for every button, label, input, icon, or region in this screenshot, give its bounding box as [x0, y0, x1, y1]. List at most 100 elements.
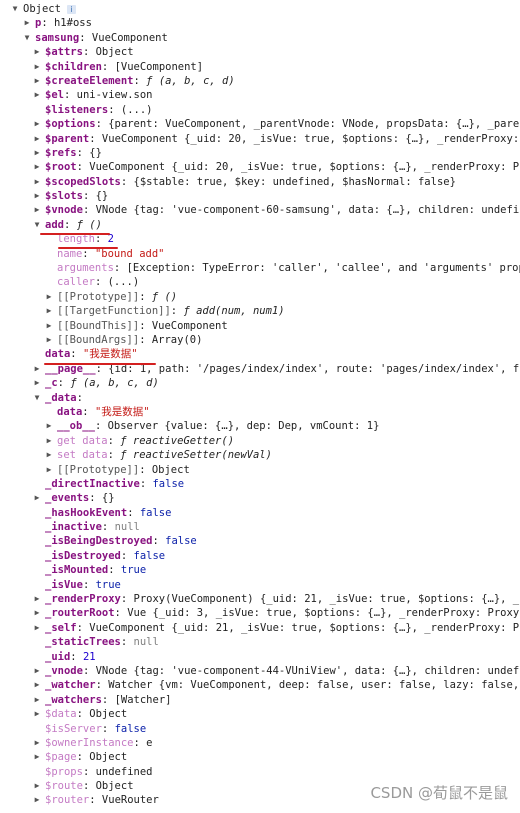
collapsed-triangle-icon[interactable]: ▶ — [32, 160, 42, 174]
collapsed-triangle-icon[interactable]: ▶ — [44, 319, 54, 333]
collapsed-triangle-icon[interactable]: ▶ — [32, 678, 42, 692]
tree-row[interactable]: ▶ _c: ƒ (a, b, c, d) — [0, 376, 520, 390]
tree-row[interactable]: ▼ samsung: VueComponent — [0, 31, 520, 45]
tree-row[interactable]: ▶ $vnode: VNode {tag: 'vue-component-60-s… — [0, 203, 520, 217]
tree-row[interactable]: ▶ [[BoundArgs]]: Array(0) — [0, 333, 520, 347]
collapsed-triangle-icon[interactable]: ▶ — [32, 117, 42, 131]
collapsed-triangle-icon[interactable]: ▶ — [32, 175, 42, 189]
collapsed-triangle-icon[interactable]: ▶ — [22, 16, 32, 30]
tree-row-content: get data: ƒ reactiveGetter() — [57, 434, 234, 448]
separator: : — [76, 161, 90, 174]
tree-row[interactable]: ▶ $el: uni-view.son — [0, 88, 520, 102]
tree-row-content: $createElement: ƒ (a, b, c, d) — [45, 74, 235, 88]
info-icon[interactable]: i — [66, 4, 76, 14]
collapsed-triangle-icon[interactable]: ▶ — [32, 793, 42, 807]
tree-row[interactable]: ▶ $data: Object — [0, 707, 520, 721]
tree-row-content: $root: VueComponent {_uid: 20, _isVue: t… — [45, 160, 520, 174]
separator: : — [82, 765, 96, 778]
tree-row[interactable]: ▶ $scopedSlots: {$stable: true, $key: und… — [0, 175, 520, 189]
collapsed-triangle-icon[interactable]: ▶ — [32, 203, 42, 217]
collapsed-triangle-icon[interactable]: ▶ — [32, 664, 42, 678]
collapsed-triangle-icon[interactable]: ▶ — [32, 189, 42, 203]
collapsed-triangle-icon[interactable]: ▶ — [32, 376, 42, 390]
expanded-triangle-icon[interactable]: ▼ — [10, 2, 20, 16]
collapsed-triangle-icon[interactable]: ▶ — [32, 362, 42, 376]
collapsed-triangle-icon[interactable]: ▶ — [32, 88, 42, 102]
tree-row[interactable]: ▶ $createElement: ƒ (a, b, c, d) — [0, 74, 520, 88]
property-value: VueComponent — [151, 319, 228, 332]
separator: : — [63, 89, 77, 102]
separator: : — [82, 190, 96, 203]
tree-row: data: "我是数据" — [0, 347, 520, 361]
tree-row[interactable]: ▶ $ownerInstance: e — [0, 736, 520, 750]
expanded-triangle-icon[interactable]: ▼ — [22, 31, 32, 45]
separator: : — [120, 593, 134, 606]
object-tree: ▼ Object i ▶ p: h1#oss ▼ samsung: VueComponent… — [0, 2, 520, 808]
collapsed-triangle-icon[interactable]: ▶ — [44, 434, 54, 448]
tree-row[interactable]: ▶ _events: {} — [0, 491, 520, 505]
tree-row[interactable]: ▶ $options: {parent: VueComponent, _paren… — [0, 117, 520, 131]
collapsed-triangle-icon[interactable]: ▶ — [32, 491, 42, 505]
separator: : — [139, 290, 152, 303]
property-key: _renderProxy — [45, 593, 121, 606]
collapsed-triangle-icon[interactable]: ▶ — [44, 290, 54, 304]
expanded-triangle-icon[interactable]: ▼ — [32, 218, 42, 232]
separator: : — [89, 492, 102, 505]
collapsed-triangle-icon[interactable]: ▶ — [44, 333, 54, 347]
tree-row[interactable]: ▶ _watchers: [Watcher] — [0, 693, 520, 707]
collapsed-triangle-icon[interactable]: ▶ — [44, 419, 54, 433]
tree-row[interactable]: ▶ _renderProxy: Proxy(VueComponent) {_uid… — [0, 592, 520, 606]
tree-row[interactable]: ▶ _vnode: VNode {tag: 'vue-component-44-V… — [0, 664, 520, 678]
collapsed-triangle-icon[interactable]: ▶ — [32, 45, 42, 59]
property-key: [[BoundThis]] — [57, 319, 140, 332]
property-key: _c — [45, 377, 58, 390]
tree-row[interactable]: ▶ $root: VueComponent {_uid: 20, _isVue: … — [0, 160, 520, 174]
tree-row[interactable]: ▼ add: ƒ () — [0, 218, 520, 232]
collapsed-triangle-icon[interactable]: ▶ — [32, 736, 42, 750]
property-value: ƒ reactiveSetter(newVal) — [120, 449, 272, 462]
separator: : — [70, 650, 83, 663]
tree-row[interactable]: ▶ [[BoundThis]]: VueComponent — [0, 319, 520, 333]
tree-row-content: p: h1#oss — [35, 16, 92, 30]
collapsed-triangle-icon[interactable]: ▶ — [32, 592, 42, 606]
collapsed-triangle-icon[interactable]: ▶ — [32, 693, 42, 707]
tree-row-content: data: "我是数据" — [45, 347, 138, 361]
tree-row[interactable]: ▶ [[TargetFunction]]: ƒ add(num, num1) — [0, 304, 520, 318]
tree-row-content: [[Prototype]]: Object — [57, 463, 190, 477]
tree-row[interactable]: ▶ $attrs: Object — [0, 45, 520, 59]
tree-row[interactable]: ▼ Object i — [0, 2, 520, 16]
collapsed-triangle-icon[interactable]: ▶ — [32, 779, 42, 793]
expanded-triangle-icon[interactable]: ▼ — [32, 391, 42, 405]
tree-row-content: $children: [VueComponent] — [45, 60, 203, 74]
collapsed-triangle-icon[interactable]: ▶ — [32, 621, 42, 635]
collapsed-triangle-icon[interactable]: ▶ — [32, 606, 42, 620]
tree-row[interactable]: ▶ _self: VueComponent {_uid: 21, _isVue: … — [0, 621, 520, 635]
tree-row[interactable]: ▶ [[Prototype]]: ƒ () — [0, 290, 520, 304]
tree-row[interactable]: ▶ get data: ƒ reactiveGetter() — [0, 434, 520, 448]
collapsed-triangle-icon[interactable]: ▶ — [44, 304, 54, 318]
tree-row[interactable]: ▶ [[Prototype]]: Object — [0, 463, 520, 477]
collapsed-triangle-icon[interactable]: ▶ — [32, 146, 42, 160]
collapsed-triangle-icon[interactable]: ▶ — [44, 448, 54, 462]
tree-row: _inactive: null — [0, 520, 520, 534]
collapsed-triangle-icon[interactable]: ▶ — [44, 463, 54, 477]
separator: : — [107, 449, 121, 462]
tree-row-content: $refs: {} — [45, 146, 102, 160]
separator: : — [41, 17, 54, 30]
tree-row[interactable]: ▶ _routerRoot: Vue {_uid: 3, _isVue: true… — [0, 606, 520, 620]
collapsed-triangle-icon[interactable]: ▶ — [32, 750, 42, 764]
collapsed-triangle-icon[interactable]: ▶ — [32, 60, 42, 74]
tree-row[interactable]: ▶ $page: Object — [0, 750, 520, 764]
tree-row[interactable]: ▶ p: h1#oss — [0, 16, 520, 30]
tree-row[interactable]: ▶ set data: ƒ reactiveSetter(newVal) — [0, 448, 520, 462]
tree-row[interactable]: ▼ _data: — [0, 391, 520, 405]
tree-row[interactable]: ▶ __ob__: Observer {value: {…}, dep: Dep,… — [0, 419, 520, 433]
tree-row[interactable]: ▶ $slots: {} — [0, 189, 520, 203]
collapsed-triangle-icon[interactable]: ▶ — [32, 707, 42, 721]
collapsed-triangle-icon[interactable]: ▶ — [32, 132, 42, 146]
tree-row[interactable]: ▶ $parent: VueComponent {_uid: 20, _isVue… — [0, 132, 520, 146]
tree-row[interactable]: ▶ $children: [VueComponent] — [0, 60, 520, 74]
collapsed-triangle-icon[interactable]: ▶ — [32, 74, 42, 88]
tree-row[interactable]: ▶ _watcher: Watcher {vm: VueComponent, de… — [0, 678, 520, 692]
tree-row[interactable]: ▶ $refs: {} — [0, 146, 520, 160]
